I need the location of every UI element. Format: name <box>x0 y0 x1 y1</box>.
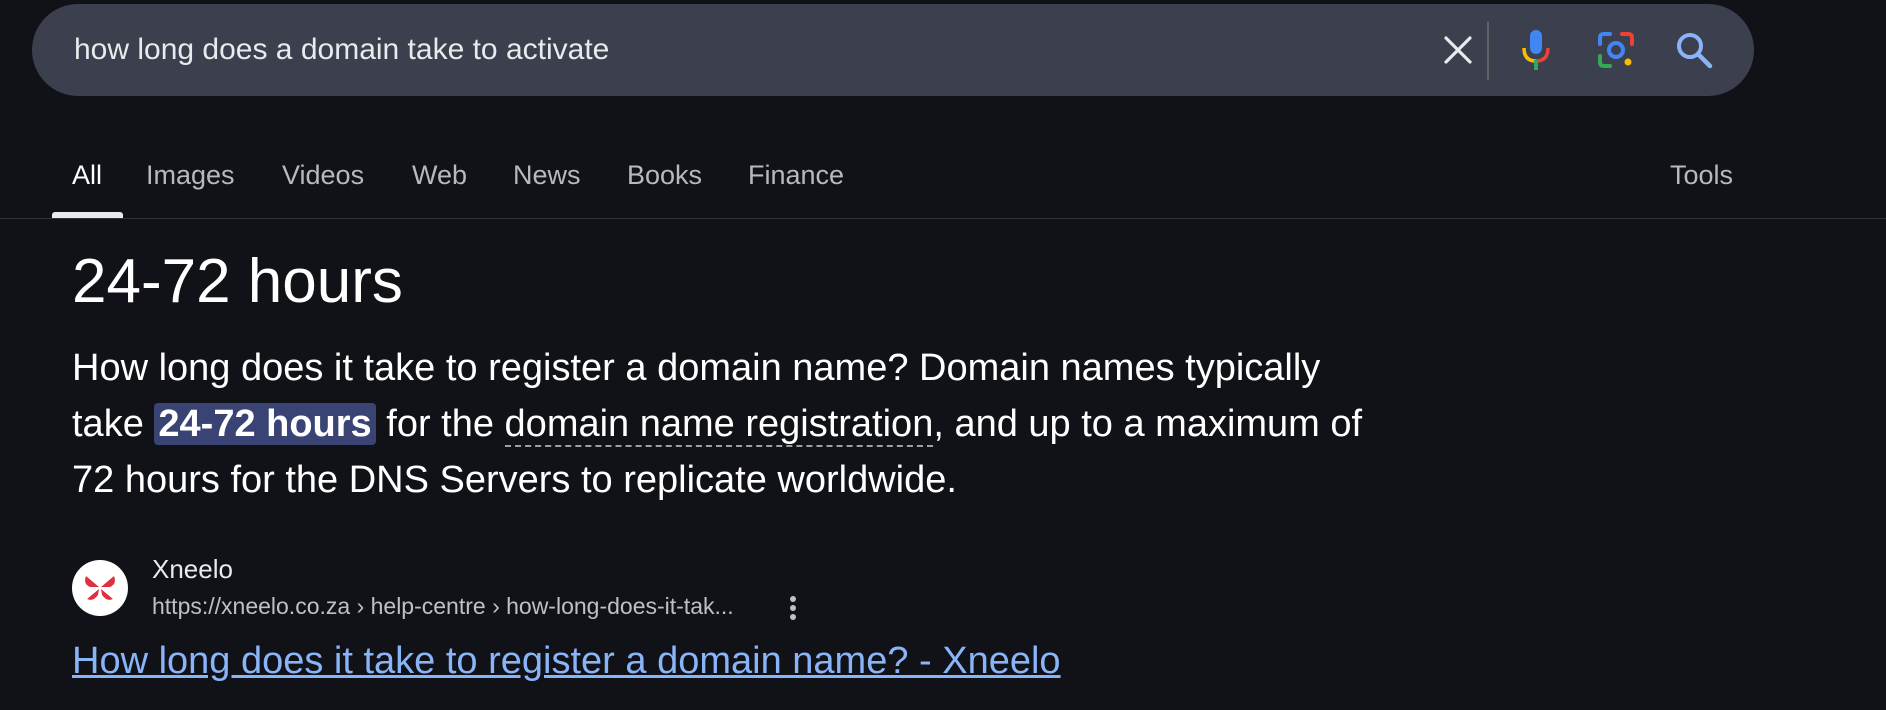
tools-button[interactable]: Tools <box>1670 140 1733 218</box>
tabs-divider <box>0 218 1886 219</box>
tab-news[interactable]: News <box>513 140 581 218</box>
search-bar <box>32 4 1754 96</box>
search-bar-divider <box>1487 22 1489 80</box>
featured-snippet: How long does it take to register a doma… <box>72 340 1372 508</box>
featured-answer-title: 24-72 hours <box>72 247 403 316</box>
close-icon[interactable] <box>1435 27 1481 73</box>
tab-videos[interactable]: Videos <box>282 140 364 218</box>
search-icon[interactable] <box>1671 27 1717 73</box>
tab-all[interactable]: All <box>72 140 102 218</box>
tab-web[interactable]: Web <box>412 140 467 218</box>
snippet-definition-link[interactable]: domain name registration <box>504 403 934 447</box>
snippet-highlight: 24-72 hours <box>154 403 376 445</box>
result-title-link[interactable]: How long does it take to register a doma… <box>72 640 1061 683</box>
tab-images[interactable]: Images <box>146 140 235 218</box>
google-lens-icon[interactable] <box>1593 27 1639 73</box>
search-tabs: All Images Videos Web News Books Finance… <box>0 140 1886 220</box>
xneelo-logo-icon[interactable] <box>72 560 128 616</box>
source-url[interactable]: https://xneelo.co.za › help-centre › how… <box>152 593 734 620</box>
tab-finance[interactable]: Finance <box>748 140 844 218</box>
microphone-icon[interactable] <box>1513 27 1559 73</box>
snippet-text: for the <box>375 403 505 445</box>
search-input[interactable] <box>74 4 1394 96</box>
search-results-page: All Images Videos Web News Books Finance… <box>0 0 1886 710</box>
source-site-name[interactable]: Xneelo <box>152 554 233 585</box>
tab-books[interactable]: Books <box>627 140 702 218</box>
more-vert-icon[interactable] <box>778 588 808 628</box>
